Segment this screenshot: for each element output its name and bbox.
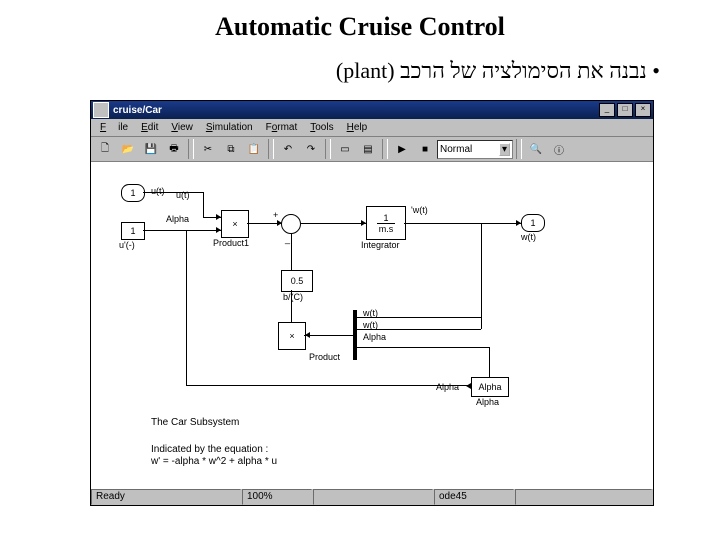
slide-bullet: • נבנה את הסימולציה של הרכב (plant) bbox=[0, 42, 720, 94]
open-icon[interactable]: 📂 bbox=[117, 138, 139, 160]
menu-edit[interactable]: Edit bbox=[135, 121, 164, 134]
bullet-text: נבנה את הסימולציה של הרכב (plant) bbox=[336, 58, 647, 83]
toolbar: 🗋 📂 💾 🖶 ✂ ⧉ 📋 ↶ ↷ ▭ ▤ ▶ ■ Normal 🔍 ⓘ bbox=[91, 137, 653, 162]
status-blank2 bbox=[515, 489, 652, 505]
sum-plus: + bbox=[273, 210, 278, 220]
stop-icon[interactable]: ■ bbox=[414, 138, 436, 160]
window-title: cruise/Car bbox=[113, 105, 599, 116]
titlebar: cruise/Car _ □ × bbox=[91, 101, 653, 119]
label-out1: u(t) bbox=[151, 186, 165, 196]
label-wt: w(t) bbox=[521, 232, 536, 242]
block-product[interactable]: × bbox=[278, 322, 306, 350]
label-const: u'(-) bbox=[119, 240, 135, 250]
status-solver: ode45 bbox=[434, 489, 514, 505]
model-canvas[interactable]: 1 u'(-) 1 u(t) u(t) Alpha × Product1 + _… bbox=[91, 162, 653, 488]
mux-in3: Alpha bbox=[363, 332, 386, 342]
status-zoom: 100% bbox=[242, 489, 312, 505]
block-alpha[interactable]: Alpha bbox=[471, 377, 509, 397]
block-sum[interactable] bbox=[281, 214, 301, 234]
menu-help[interactable]: Help bbox=[341, 121, 374, 134]
label-product: Product bbox=[309, 352, 340, 362]
print-icon[interactable]: 🖶 bbox=[163, 138, 185, 160]
signal-alpha: Alpha bbox=[166, 214, 189, 224]
integrator-den: m.s bbox=[379, 224, 394, 234]
block-out1[interactable]: 1 bbox=[121, 184, 145, 202]
sum-minus: _ bbox=[285, 234, 290, 244]
annotation-subsystem: The Car Subsystem bbox=[151, 417, 239, 428]
annotation-eq1: Indicated by the equation : bbox=[151, 444, 268, 455]
label-alpha2: Alpha bbox=[436, 382, 459, 392]
cut-icon[interactable]: ✂ bbox=[197, 138, 219, 160]
status-ready: Ready bbox=[91, 489, 241, 505]
library-icon[interactable]: ▭ bbox=[334, 138, 356, 160]
annotation-eq2: w' = -alpha * w^2 + alpha * u bbox=[151, 456, 277, 467]
block-product1[interactable]: × bbox=[221, 210, 249, 238]
integrator-num: 1 bbox=[377, 213, 394, 224]
label-integrator: Integrator bbox=[361, 240, 400, 250]
info-icon[interactable]: ⓘ bbox=[548, 138, 570, 160]
menubar: File Edit View Simulation Format Tools H… bbox=[91, 119, 653, 137]
status-blank1 bbox=[313, 489, 433, 505]
new-icon[interactable]: 🗋 bbox=[94, 138, 116, 160]
run-icon[interactable]: ▶ bbox=[391, 138, 413, 160]
block-gain[interactable]: 0.5 bbox=[281, 270, 313, 292]
label-product1: Product1 bbox=[213, 238, 249, 248]
menu-view[interactable]: View bbox=[165, 121, 199, 134]
redo-icon[interactable]: ↷ bbox=[300, 138, 322, 160]
close-button[interactable]: × bbox=[635, 103, 651, 117]
simulink-window: cruise/Car _ □ × File Edit View Simulati… bbox=[90, 100, 654, 506]
menu-file[interactable]: File bbox=[94, 121, 134, 134]
block-out-w[interactable]: 1 bbox=[521, 214, 545, 232]
block-constant[interactable]: 1 bbox=[121, 222, 145, 240]
menu-simulation[interactable]: Simulation bbox=[200, 121, 259, 134]
undo-icon[interactable]: ↶ bbox=[277, 138, 299, 160]
zoom-icon[interactable]: 🔍 bbox=[525, 138, 547, 160]
app-icon bbox=[93, 102, 109, 118]
label-alpha3: Alpha bbox=[476, 397, 499, 407]
scope-icon[interactable]: ▤ bbox=[357, 138, 379, 160]
menu-tools[interactable]: Tools bbox=[304, 121, 339, 134]
label-gain: b/(C) bbox=[283, 292, 303, 302]
statusbar: Ready 100% ode45 bbox=[91, 488, 653, 505]
paste-icon[interactable]: 📋 bbox=[243, 138, 265, 160]
menu-format[interactable]: Format bbox=[260, 121, 304, 134]
copy-icon[interactable]: ⧉ bbox=[220, 138, 242, 160]
mode-dropdown[interactable]: Normal bbox=[437, 140, 513, 159]
minimize-button[interactable]: _ bbox=[599, 103, 615, 117]
block-integrator[interactable]: 1 m.s bbox=[366, 206, 406, 240]
maximize-button[interactable]: □ bbox=[617, 103, 633, 117]
save-icon[interactable]: 💾 bbox=[140, 138, 162, 160]
slide-title: Automatic Cruise Control bbox=[0, 0, 720, 42]
signal-wprime: 'w(t) bbox=[411, 205, 428, 215]
